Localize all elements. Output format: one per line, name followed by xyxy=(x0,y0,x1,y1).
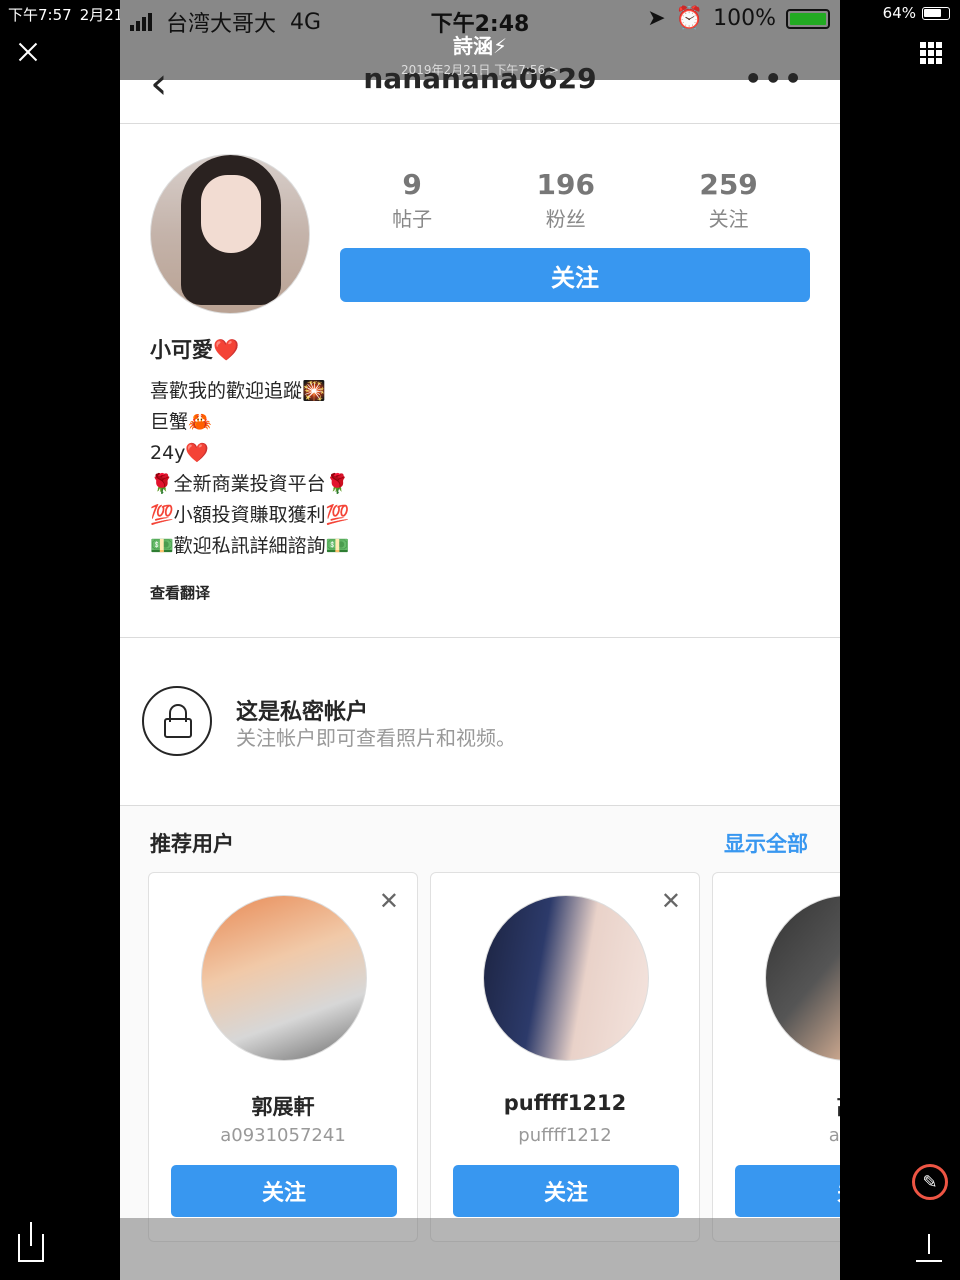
outer-battery-percent: 64% xyxy=(882,4,916,22)
bio-line: 💯小額投資賺取獲利💯 xyxy=(150,504,350,526)
follow-button[interactable]: 关 xyxy=(735,1165,840,1217)
bottom-overlay xyxy=(120,1218,840,1280)
alarm-icon: ⏰ xyxy=(675,6,704,31)
suggested-username: aeis xyxy=(828,1125,840,1146)
viewer-header: 詩涵⚡ 2019年2月21日 下午7:56 > xyxy=(120,30,840,78)
screenshot-image: 台湾大哥大 4G 下午2:48 ➤ ⏰ 100% ‹ nananana0629 … xyxy=(120,0,840,1280)
suggested-header: 推荐用户 xyxy=(150,832,234,856)
stat-value: 196 xyxy=(536,168,595,201)
stat-label: 关注 xyxy=(708,207,749,231)
profile-avatar xyxy=(150,154,310,314)
lock-icon xyxy=(142,686,212,756)
avatar[interactable] xyxy=(765,895,840,1061)
profile-nav-bar: ‹ nananana0629 ••• xyxy=(120,58,840,124)
stat-label: 粉丝 xyxy=(545,207,586,231)
download-icon[interactable] xyxy=(916,1234,942,1262)
close-icon[interactable]: ✕ xyxy=(661,887,681,915)
show-all-link[interactable]: 显示全部 xyxy=(724,828,808,858)
bio-line: 🌹全新商業投資平台🌹 xyxy=(150,473,350,495)
suggested-name: 郭展軒 xyxy=(251,1095,315,1119)
suggested-users: 推荐用户 显示全部 ✕ 郭展軒 a0931057241 关注 ✕ puffff1… xyxy=(120,806,840,1280)
private-account-notice: 这是私密帐户 关注帐户即可查看照片和视频。 xyxy=(120,638,840,806)
bio-line: 喜歡我的歡迎追蹤🎇 xyxy=(150,380,326,402)
share-icon[interactable] xyxy=(18,1222,44,1262)
profile-bio: 小可愛❤️ 喜歡我的歡迎追蹤🎇 巨蟹🦀 24y❤️ 🌹全新商業投資平台🌹 💯小額… xyxy=(150,334,790,603)
sent-date[interactable]: 2019年2月21日 下午7:56 > xyxy=(120,61,840,78)
bio-line: 24y❤️ xyxy=(150,442,210,464)
stat-posts[interactable]: 9 帖子 xyxy=(392,168,432,232)
location-icon: ➤ xyxy=(647,6,666,31)
edit-icon[interactable]: ✎ xyxy=(912,1164,948,1200)
stat-value: 259 xyxy=(699,168,758,201)
stat-following[interactable]: 259 关注 xyxy=(699,168,757,232)
follow-button[interactable]: 关注 xyxy=(453,1165,679,1217)
suggestion-card[interactable]: ✕ 郭展軒 a0931057241 关注 xyxy=(148,872,418,1242)
display-name: 小可愛❤️ xyxy=(150,338,240,362)
avatar[interactable] xyxy=(483,895,649,1061)
battery-icon xyxy=(922,6,950,20)
ios-battery-percent: 100% xyxy=(713,6,776,31)
suggested-username: a0931057241 xyxy=(220,1125,346,1146)
follow-button[interactable]: 关注 xyxy=(340,248,810,302)
outer-time: 下午7:57 xyxy=(8,6,72,24)
suggestion-card[interactable]: ✕ puffff1212 puffff1212 关注 xyxy=(430,872,700,1242)
close-icon[interactable] xyxy=(14,38,42,66)
battery-icon xyxy=(786,8,830,29)
bio-line: 巨蟹🦀 xyxy=(150,411,212,433)
suggested-name: 高 xyxy=(713,1091,841,1121)
suggestion-cards: ✕ 郭展軒 a0931057241 关注 ✕ puffff1212 puffff… xyxy=(148,872,840,1242)
suggestion-card[interactable]: 高 aeis 关 xyxy=(712,872,840,1242)
stat-label: 帖子 xyxy=(392,207,433,231)
see-translation-link[interactable]: 查看翻译 xyxy=(150,582,790,603)
suggested-username: puffff1212 xyxy=(518,1125,612,1146)
suggested-name: puffff1212 xyxy=(503,1091,627,1115)
avatar[interactable] xyxy=(201,895,367,1061)
bio-line: 💵歡迎私訊詳細諮詢💵 xyxy=(150,535,350,557)
private-subtitle: 关注帐户即可查看照片和视频。 xyxy=(236,726,516,750)
close-icon[interactable]: ✕ xyxy=(379,887,399,915)
profile-stats: 9 帖子 196 粉丝 259 关注 xyxy=(340,168,810,232)
stat-followers[interactable]: 196 粉丝 xyxy=(537,168,595,232)
follow-button[interactable]: 关注 xyxy=(171,1165,397,1217)
stat-value: 9 xyxy=(402,168,422,201)
grid-icon[interactable] xyxy=(920,42,942,64)
sender-name: 詩涵⚡ xyxy=(452,34,508,58)
